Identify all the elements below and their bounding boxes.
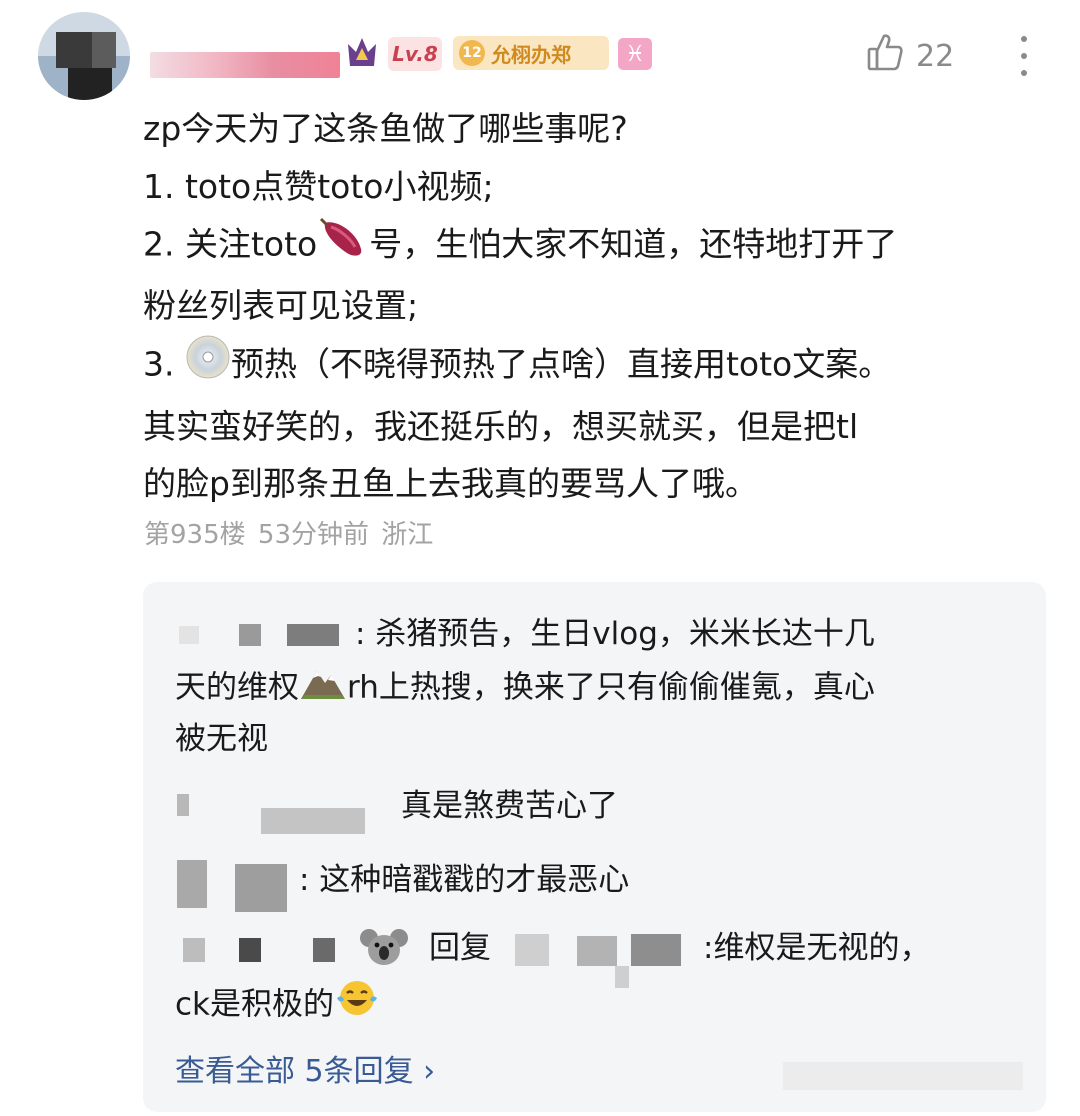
fan-club-badge[interactable]: 12 允栩办郑 <box>453 36 609 70</box>
watermark-blur <box>783 1062 1023 1090</box>
reply-author-blurred[interactable] <box>177 794 189 816</box>
reply-text: 真是煞费苦心了 <box>401 788 618 824</box>
floor-number: 第935楼 <box>144 520 246 550</box>
comment-text: 2. 关注toto <box>143 224 318 264</box>
view-all-replies-link[interactable]: 查看全部 5条回复 › <box>175 1052 435 1092</box>
reply-text-segment: rh上热搜，换来了只有偷偷催氪，真心 <box>347 669 875 706</box>
user-avatar[interactable] <box>38 12 130 100</box>
reply-text: :维权是无视的， <box>703 930 931 966</box>
blur-block <box>577 936 617 966</box>
crown-icon <box>346 36 378 70</box>
blur-block <box>235 864 287 912</box>
replies-container: : 杀猪预告，生日vlog，米米长达十几 天的维权 rh上热搜，换来了只有偷偷催氪… <box>143 582 1046 1112</box>
comment-line: 3. 预热（不晓得预热了点啥）直接用toto文案。 <box>143 334 1053 398</box>
blur-block <box>239 938 261 962</box>
comment-line: 1. toto点赞toto小视频; <box>143 166 494 206</box>
blur-block <box>615 966 629 988</box>
dvd-disc-emoji <box>185 334 231 398</box>
sweet-potato-emoji <box>317 215 369 277</box>
comment-text: 3. <box>143 344 185 384</box>
comment-text: 预热（不晓得预热了点啥）直接用toto文案。 <box>230 344 892 384</box>
more-vertical-icon[interactable] <box>1016 36 1032 76</box>
reply-text: : 这种暗戳戳的才最恶心 <box>299 862 630 898</box>
comment-meta: 第935楼 53分钟前 浙江 <box>144 514 433 551</box>
comment-body: zp今天为了这条鱼做了哪些事呢? 1. toto点赞toto小视频; 2. 关注… <box>143 100 1053 513</box>
mountain-emoji <box>299 661 347 717</box>
comment-line: 其实蛮好笑的，我还挺乐的，想买就买，但是把tl <box>143 406 859 446</box>
thumbs-up-icon <box>866 32 904 80</box>
reply-text-segment: ck是积极的 <box>175 986 334 1023</box>
post-time: 53分钟前 <box>257 520 369 550</box>
ip-location: 浙江 <box>381 520 434 550</box>
reply-text: ck是积极的 <box>175 978 380 1034</box>
koala-emoji <box>359 922 409 974</box>
reply-text: : 杀猪预告，生日vlog，米米长达十几 <box>355 616 875 652</box>
blur-block <box>631 934 681 966</box>
username-blurred[interactable] <box>150 52 340 78</box>
reply-text-segment: 天的维权 <box>175 669 299 706</box>
reply-author-blurred[interactable] <box>179 626 199 644</box>
zodiac-badge: ♓ <box>618 38 652 70</box>
blur-block <box>261 808 365 834</box>
comment-line: zp今天为了这条鱼做了哪些事呢? <box>143 109 628 148</box>
fan-badge-name: 允栩办郑 <box>491 42 571 67</box>
reply-text: 天的维权 rh上热搜，换来了只有偷偷催氪，真心 <box>175 661 875 717</box>
fan-badge-level: 12 <box>459 40 485 66</box>
like-count: 22 <box>916 38 955 74</box>
reply-author-blurred[interactable] <box>183 938 205 962</box>
tears-of-joy-emoji <box>334 978 380 1034</box>
comment-line: 的脸p到那条丑鱼上去我真的要骂人了哦。 <box>143 464 758 503</box>
like-button[interactable]: 22 <box>866 32 954 80</box>
blur-block <box>287 624 339 646</box>
blur-block <box>239 624 261 646</box>
blur-block <box>313 938 335 962</box>
comment-line: 2. 关注toto 号，生怕大家不知道，还特地打开了 <box>143 215 1053 277</box>
reply-to-label: 回复 <box>429 930 491 966</box>
reply-text: 被无视 <box>175 721 268 757</box>
blur-block <box>515 934 549 966</box>
comment-text: 号，生怕大家不知道，还特地打开了 <box>369 224 898 264</box>
reply-author-blurred[interactable] <box>177 860 207 908</box>
level-badge: Lv.8 <box>388 37 442 71</box>
comment-line: 粉丝列表可见设置; <box>143 285 419 325</box>
